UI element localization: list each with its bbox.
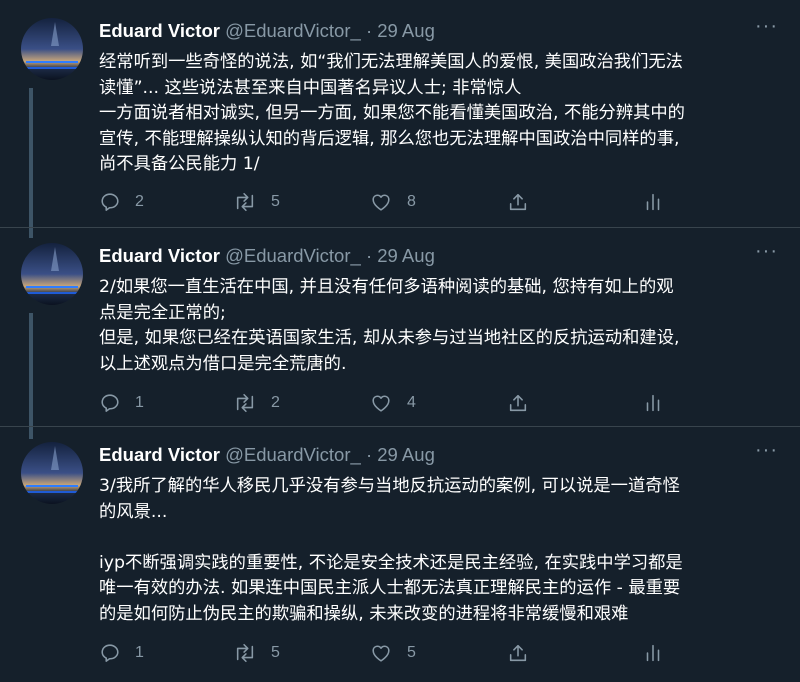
share-button[interactable] <box>507 389 529 417</box>
author-handle[interactable]: @EduardVictor_ <box>225 20 361 41</box>
tweet-text-line: 经常听到一些奇怪的说法, 如“我们无法理解美国人的爱恨, 美国政治我们无法 <box>99 52 683 72</box>
heart-icon <box>372 395 390 412</box>
tweet-actions: 1 2 4 <box>99 389 679 417</box>
like-count: 5 <box>407 644 416 661</box>
retweet-icon <box>236 393 254 413</box>
author-handle[interactable]: @EduardVictor_ <box>225 245 361 266</box>
thread-line <box>29 88 33 238</box>
thread-line <box>29 313 33 439</box>
like-count: 8 <box>407 193 416 210</box>
tweet-text-line: 宣传, 不能理解操纵认知的背后逻辑, 那么您也无法理解中国政治中同样的事, <box>99 128 680 149</box>
tweet-text-line: 点是完全正常的; <box>99 302 226 323</box>
tweet-text-line: 2/如果您一直生活在中国, 并且没有任何多语种阅读的基础, 您持有如上的观 <box>99 277 674 297</box>
tweet-text-line: 唯一有效的办法. 如果连中国民主派人士都无法真正理解民主的运作 - 最重要 <box>99 578 681 598</box>
author-name[interactable]: Eduard Victor <box>99 20 220 41</box>
analytics-button[interactable] <box>643 639 663 667</box>
like-button[interactable]: 5 <box>369 639 416 667</box>
tweet-text-line: 3/我所了解的华人移民几乎没有参与当地反抗运动的案例, 可以说是一道奇怪 <box>99 476 680 496</box>
tweet-text-line: 的风景... <box>99 501 168 522</box>
reply-count: 1 <box>135 644 144 661</box>
tweet-header: Eduard Victor @EduardVictor_ · 29 Aug <box>99 442 789 468</box>
more-options-icon[interactable]: ··· <box>755 439 778 462</box>
author-name[interactable]: Eduard Victor <box>99 444 220 465</box>
analytics-button[interactable] <box>643 389 663 417</box>
tweet-date[interactable]: · 29 Aug <box>366 245 435 266</box>
tweet-header: Eduard Victor @EduardVictor_ · 29 Aug <box>99 18 789 44</box>
tweet-date[interactable]: · 29 Aug <box>366 444 435 465</box>
more-options-icon[interactable]: ··· <box>755 15 778 38</box>
author-name[interactable]: Eduard Victor <box>99 245 220 266</box>
tweet[interactable]: Eduard Victor @EduardVictor_ · 29 Aug ··… <box>0 15 800 238</box>
heart-icon <box>372 645 390 662</box>
analytics-icon <box>646 394 660 412</box>
author-handle[interactable]: @EduardVictor_ <box>225 444 361 465</box>
heart-icon <box>372 194 390 211</box>
tweet-text-line: 以上述观点为借口是完全荒唐的. <box>99 353 347 374</box>
avatar-image[interactable] <box>21 243 83 305</box>
reply-icon <box>101 193 119 211</box>
avatar[interactable] <box>21 243 83 305</box>
tweet-text-line: 尚不具备公民能力 1/ <box>99 154 260 174</box>
reply-count: 1 <box>135 394 144 411</box>
avatar[interactable] <box>21 442 83 504</box>
tweet-text-line: iyp不断强调实践的重要性, 不论是安全技术还是民主经验, 在实践中学习都是 <box>99 552 683 573</box>
retweet-icon <box>236 192 254 212</box>
share-icon <box>509 644 527 662</box>
retweet-icon <box>236 643 254 663</box>
more-options-icon[interactable]: ··· <box>755 240 778 263</box>
tweet-text-line: 但是, 如果您已经在英语国家生活, 却从未参与过当地社区的反抗运动和建设, <box>99 328 680 348</box>
avatar[interactable] <box>21 18 83 80</box>
reply-button[interactable]: 1 <box>99 639 144 667</box>
retweet-button[interactable]: 5 <box>233 639 280 667</box>
tweet-date[interactable]: · 29 Aug <box>366 20 435 41</box>
analytics-icon <box>646 193 660 211</box>
retweet-count: 5 <box>271 193 280 210</box>
avatar-image[interactable] <box>21 18 83 80</box>
tweet-text-line: 一方面说者相对诚实, 但另一方面, 如果您不能看懂美国政治, 不能分辨其中的 <box>99 103 685 123</box>
tweet-text-line <box>99 525 789 551</box>
analytics-button[interactable] <box>643 188 663 216</box>
share-icon <box>509 394 527 412</box>
like-button[interactable]: 4 <box>369 389 416 417</box>
reply-button[interactable]: 1 <box>99 389 144 417</box>
reply-button[interactable]: 2 <box>99 188 144 216</box>
analytics-icon <box>646 644 660 662</box>
avatar-image[interactable] <box>21 442 83 504</box>
share-button[interactable] <box>507 188 529 216</box>
tweet-divider <box>0 426 800 427</box>
tweet-text-line: 读懂”... 这些说法甚至来自中国著名异议人士; 非常惊人 <box>99 77 522 98</box>
retweet-count: 2 <box>271 394 280 411</box>
tweet-text-line: 的是如何防止伪民主的欺骗和操纵, 未来改变的进程将非常缓慢和艰难 <box>99 603 629 624</box>
tweet[interactable]: Eduard Victor @EduardVictor_ · 29 Aug ··… <box>0 240 800 439</box>
retweet-button[interactable]: 2 <box>233 389 280 417</box>
retweet-button[interactable]: 5 <box>233 188 280 216</box>
retweet-count: 5 <box>271 644 280 661</box>
tweet-actions: 2 5 8 <box>99 188 679 216</box>
reply-icon <box>101 394 119 412</box>
tweet-actions: 1 5 5 <box>99 639 679 667</box>
like-count: 4 <box>407 394 416 411</box>
like-button[interactable]: 8 <box>369 188 416 216</box>
reply-icon <box>101 644 119 662</box>
share-button[interactable] <box>507 639 529 667</box>
tweet-header: Eduard Victor @EduardVictor_ · 29 Aug <box>99 243 789 269</box>
tweet[interactable]: Eduard Victor @EduardVictor_ · 29 Aug ··… <box>0 439 800 682</box>
tweet-text: 2/如果您一直生活在中国, 并且没有任何多语种阅读的基础, 您持有如上的观 点是… <box>99 275 789 377</box>
tweet-text: 经常听到一些奇怪的说法, 如“我们无法理解美国人的爱恨, 美国政治我们无法 读懂… <box>99 50 789 178</box>
share-icon <box>509 193 527 211</box>
reply-count: 2 <box>135 193 144 210</box>
tweet-divider <box>0 227 800 228</box>
tweet-text: 3/我所了解的华人移民几乎没有参与当地反抗运动的案例, 可以说是一道奇怪 的风景… <box>99 474 789 627</box>
